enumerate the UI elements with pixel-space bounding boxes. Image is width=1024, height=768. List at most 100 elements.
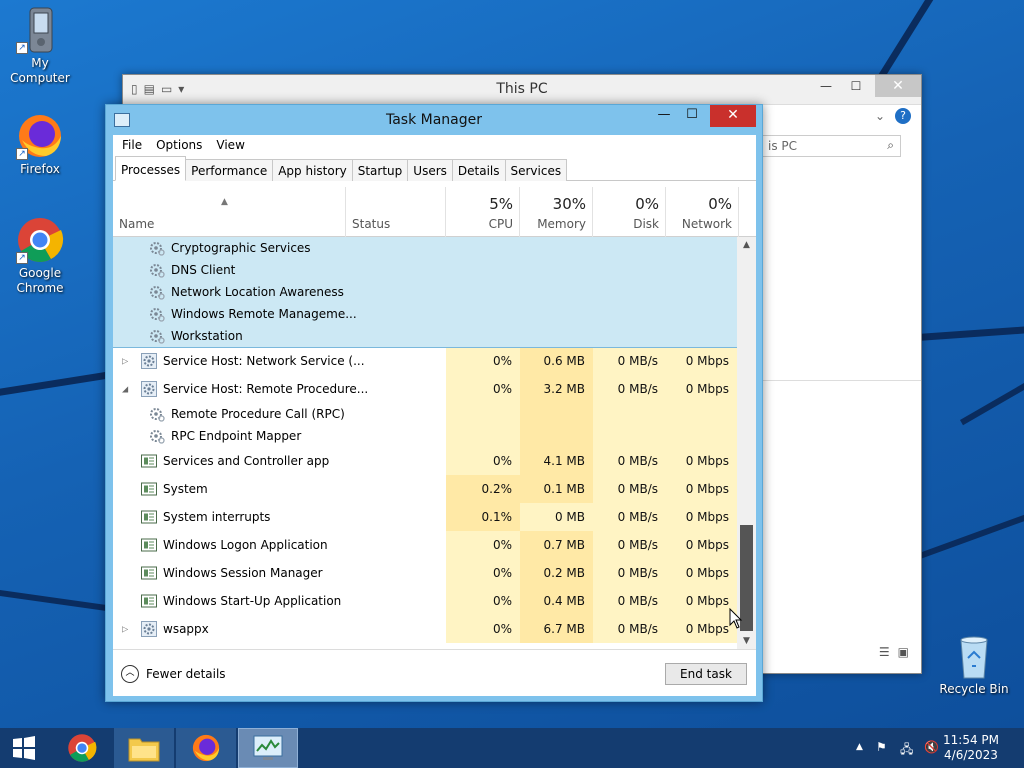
column-status[interactable]: Status	[346, 187, 446, 237]
tab-app-history[interactable]: App history	[272, 159, 353, 181]
column-cpu[interactable]: 5% CPU	[446, 187, 520, 237]
help-icon[interactable]: ?	[895, 108, 911, 124]
gear-icon	[150, 286, 165, 300]
menu-options[interactable]: Options	[149, 135, 209, 155]
task-manager-titlebar[interactable]: Task Manager — ☐ ✕	[106, 105, 762, 133]
desktop-icon-google-chrome[interactable]: ↗ Google Chrome	[0, 216, 80, 296]
process-row[interactable]: Windows Start-Up Application 0% 0.4 MB 0 MB…	[113, 587, 737, 615]
taskbar-task-manager[interactable]	[238, 728, 298, 768]
network-cell: 0 Mbps	[666, 503, 737, 531]
process-row[interactable]: Services and Controller app 0% 4.1 MB 0 MB/…	[113, 447, 737, 475]
process-name: Windows Logon Application	[163, 538, 328, 552]
network-cell: 0 Mbps	[666, 559, 737, 587]
disk-cell: 0 MB/s	[593, 475, 666, 503]
close-button[interactable]: ✕	[875, 75, 921, 97]
process-row[interactable]: Windows Session Manager 0% 0.2 MB 0 MB/s 0 M…	[113, 559, 737, 587]
explorer-search-box[interactable]: is PC ⌕	[761, 135, 901, 157]
clock[interactable]: 11:54 PM 4/6/2023	[936, 733, 1006, 763]
large-icons-view-icon[interactable]: ▣	[898, 645, 909, 659]
start-button[interactable]	[0, 728, 48, 768]
details-view-icon[interactable]: ☰	[879, 645, 890, 659]
menu-view[interactable]: View	[209, 135, 251, 155]
desktop-icon-my-computer[interactable]: ↗ My Computer	[0, 6, 80, 86]
status-cell	[345, 237, 446, 259]
process-row[interactable]: ◢ Service Host: Remote Procedure... 0% 3.2 …	[113, 375, 737, 403]
status-cell	[345, 303, 446, 325]
task-manager-window[interactable]: Task Manager — ☐ ✕ File Options View Pro…	[105, 104, 763, 702]
memory-value: 0.6 MB	[543, 354, 585, 368]
tab-performance[interactable]: Performance	[185, 159, 274, 181]
process-name-cell: Remote Procedure Call (RPC)	[113, 403, 345, 425]
service-row[interactable]: DNS Client	[113, 259, 737, 281]
cpu-cell	[446, 259, 520, 281]
cpu-cell	[446, 237, 520, 259]
memory-cell: 3.2 MB	[520, 375, 593, 403]
service-row[interactable]: RPC Endpoint Mapper	[113, 425, 737, 447]
search-placeholder: is PC	[768, 139, 798, 153]
column-memory[interactable]: 30% Memory	[520, 187, 593, 237]
end-task-button[interactable]: End task	[665, 663, 747, 685]
pda-icon: ↗	[16, 6, 64, 54]
service-row[interactable]: Remote Procedure Call (RPC)	[113, 403, 737, 425]
tab-users[interactable]: Users	[407, 159, 453, 181]
application-icon	[141, 454, 157, 468]
taskbar-chrome[interactable]	[52, 728, 112, 768]
network-cell	[666, 325, 737, 347]
maximize-button[interactable]: ☐	[678, 105, 706, 127]
network-value: 0 Mbps	[685, 454, 729, 468]
gear-icon	[150, 408, 165, 422]
minimize-button[interactable]: —	[811, 75, 841, 97]
scroll-down-icon[interactable]: ▼	[737, 633, 756, 649]
cpu-value: 0%	[492, 538, 512, 552]
network-icon[interactable]: 🖧	[900, 740, 913, 761]
column-name[interactable]: ▲ Name	[113, 187, 346, 237]
cpu-value: 0%	[492, 382, 512, 396]
memory-value: 0.2 MB	[543, 566, 585, 580]
desktop-icon-recycle-bin[interactable]: Recycle Bin	[934, 632, 1014, 697]
menu-file[interactable]: File	[115, 135, 149, 155]
desktop-icon-firefox[interactable]: ↗ Firefox	[0, 112, 80, 177]
fewer-details-button[interactable]: ︿ Fewer details	[121, 665, 226, 683]
tab-startup[interactable]: Startup	[351, 159, 409, 181]
desktop: ↗ My Computer ↗ Firefox ↗ Google Chrome …	[0, 0, 1024, 728]
cpu-value: 0%	[492, 354, 512, 368]
minimize-button[interactable]: —	[650, 105, 678, 127]
scroll-up-icon[interactable]: ▲	[737, 237, 756, 253]
taskbar-file-explorer[interactable]	[114, 728, 174, 768]
tab-processes[interactable]: Processes	[115, 156, 187, 181]
disk-cell: 0 MB/s	[593, 615, 666, 643]
chevron-up-icon: ︿	[121, 665, 139, 683]
vertical-scrollbar[interactable]: ▲ ▼	[737, 237, 756, 649]
process-row[interactable]: ▷ wsappx 0% 6.7 MB 0 MB/s 0 Mbps	[113, 615, 737, 643]
explorer-titlebar[interactable]: ▯ ▤ ▭ ▾ This PC — ☐ ✕	[123, 75, 921, 105]
process-row[interactable]: System 0.2% 0.1 MB 0 MB/s 0 Mbps	[113, 475, 737, 503]
tab-services[interactable]: Services	[504, 159, 568, 181]
process-name: Workstation	[171, 329, 243, 343]
service-row[interactable]: Network Location Awareness	[113, 281, 737, 303]
cpu-cell: 0.1%	[446, 503, 520, 531]
action-center-flag-icon[interactable]: ⚑	[876, 740, 887, 754]
close-button[interactable]: ✕	[710, 105, 756, 127]
process-row[interactable]: ▷ Service Host: Network Service (... 0% 0.6…	[113, 347, 737, 375]
desktop-icon-label: My Computer	[10, 56, 70, 85]
column-network[interactable]: 0% Network	[666, 187, 739, 237]
network-value: 0 Mbps	[685, 510, 729, 524]
chevron-down-icon[interactable]: ⌄	[875, 109, 885, 123]
service-row[interactable]: Workstation	[113, 325, 737, 347]
search-icon[interactable]: ⌕	[887, 138, 894, 153]
tab-details[interactable]: Details	[451, 159, 506, 181]
status-cell	[345, 615, 446, 643]
collapse-icon[interactable]: ◢	[122, 385, 128, 394]
maximize-button[interactable]: ☐	[841, 75, 871, 97]
column-disk[interactable]: 0% Disk	[593, 187, 666, 237]
expand-icon[interactable]: ▷	[122, 625, 128, 634]
process-name-cell: Windows Start-Up Application	[113, 587, 345, 615]
service-row[interactable]: Cryptographic Services	[113, 237, 737, 259]
expand-icon[interactable]: ▷	[122, 357, 128, 366]
taskbar-firefox[interactable]	[176, 728, 236, 768]
process-row[interactable]: Windows Logon Application 0% 0.7 MB 0 MB/s 0…	[113, 531, 737, 559]
process-row[interactable]: System interrupts 0.1% 0 MB 0 MB/s 0 Mbps	[113, 503, 737, 531]
service-row[interactable]: Windows Remote Manageme...	[113, 303, 737, 325]
show-hidden-icons-icon[interactable]: ▲	[856, 742, 863, 752]
process-name: Service Host: Remote Procedure...	[163, 382, 369, 396]
